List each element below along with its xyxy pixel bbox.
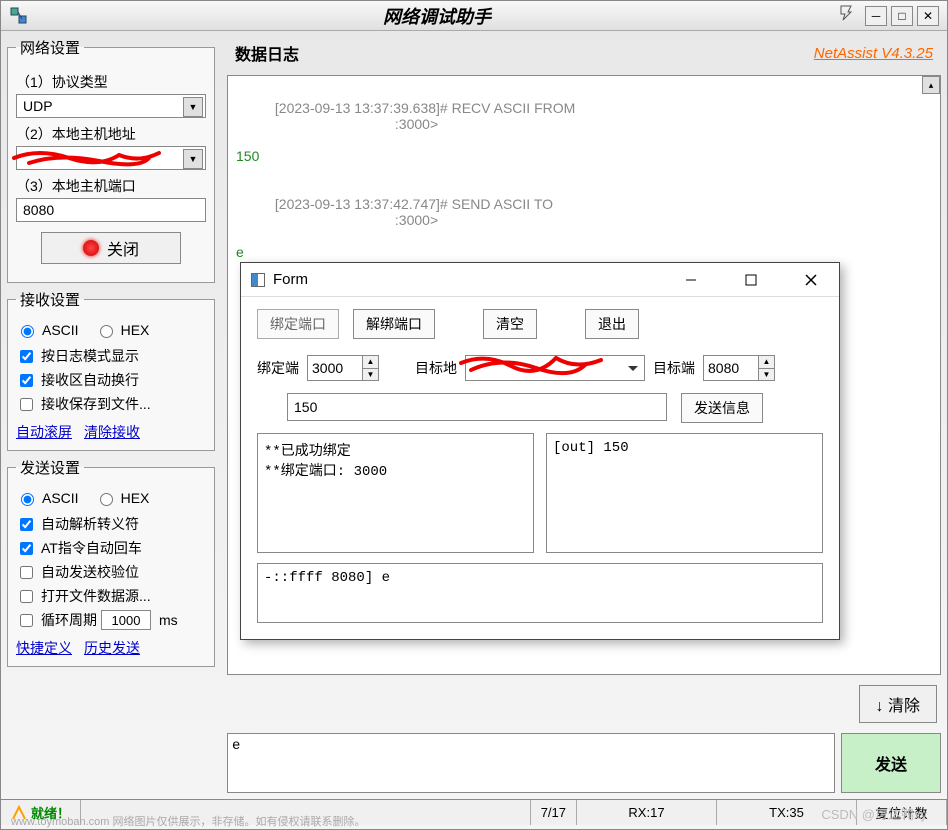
- spin-up-icon[interactable]: ▲: [759, 356, 774, 369]
- bind-log-area[interactable]: **已成功绑定 **绑定端口: 3000: [257, 433, 534, 553]
- at-return-check[interactable]: AT指令自动回车: [16, 538, 206, 558]
- host-port-label: （3）本地主机端口: [16, 176, 206, 196]
- status-dot-icon: [83, 240, 99, 256]
- dialog-maximize-button[interactable]: [733, 266, 769, 294]
- open-file-check[interactable]: 打开文件数据源...: [16, 586, 206, 606]
- exit-button[interactable]: 退出: [585, 309, 639, 339]
- dialog-icon: [251, 273, 265, 287]
- network-settings-legend: 网络设置: [16, 37, 84, 58]
- bind-port-button[interactable]: 绑定端口: [257, 309, 339, 339]
- auto-scroll-link[interactable]: 自动滚屏: [16, 422, 72, 442]
- loop-period-check[interactable]: 循环周期 ms: [16, 610, 206, 630]
- recv-ascii-radio[interactable]: ASCII: [16, 322, 79, 338]
- target-port-spinner[interactable]: ▲▼: [703, 355, 775, 381]
- dialog-close-button[interactable]: [793, 266, 829, 294]
- unbind-port-button[interactable]: 解绑端口: [353, 309, 435, 339]
- spin-up-icon[interactable]: ▲: [363, 356, 378, 369]
- auto-check-check[interactable]: 自动发送校验位: [16, 562, 206, 582]
- maximize-button[interactable]: □: [891, 6, 913, 26]
- history-link[interactable]: 历史发送: [84, 638, 140, 658]
- spin-down-icon[interactable]: ▼: [759, 369, 774, 381]
- status-rx: RX:17: [577, 800, 717, 825]
- bottom-log-area[interactable]: -::ffff 8080] e: [257, 563, 823, 623]
- host-addr-combo[interactable]: [16, 146, 206, 170]
- bind-port-label: 绑定端: [257, 358, 299, 378]
- shortcut-link[interactable]: 快捷定义: [16, 638, 72, 658]
- bind-port-spinner[interactable]: ▲▼: [307, 355, 379, 381]
- recv-settings-group: 接收设置 ASCII HEX 按日志模式显示 接收区自动换行 接收保存到文件..…: [7, 289, 215, 451]
- csdn-watermark: CSDN @可达鸭xy: [821, 804, 927, 823]
- window-title: 网络调试助手: [37, 3, 837, 29]
- send-settings-legend: 发送设置: [16, 457, 84, 478]
- send-textarea[interactable]: e: [227, 733, 835, 793]
- version-link[interactable]: NetAssist V4.3.25: [814, 45, 933, 62]
- target-addr-label: 目标地: [415, 358, 457, 378]
- send-info-button[interactable]: 发送信息: [681, 393, 763, 423]
- clear-send-button[interactable]: ↓ 清除: [859, 685, 937, 723]
- status-progress: 7/17: [531, 800, 577, 825]
- log-title: 数据日志: [235, 41, 299, 65]
- target-addr-combo[interactable]: [465, 355, 645, 381]
- app-icon: [9, 6, 29, 26]
- clear-recv-link[interactable]: 清除接收: [84, 422, 140, 442]
- dialog-titlebar[interactable]: Form: [241, 263, 839, 297]
- send-settings-group: 发送设置 ASCII HEX 自动解析转义符 AT指令自动回车 自动发送校验位 …: [7, 457, 215, 667]
- log-mode-check[interactable]: 按日志模式显示: [16, 346, 206, 366]
- msg-input[interactable]: [287, 393, 667, 421]
- protocol-label: （1）协议类型: [16, 72, 206, 92]
- left-panel: 网络设置 （1）协议类型 UDP （2）本地主机地址 （3）本地主机端口: [1, 31, 221, 799]
- main-titlebar: 网络调试助手 ─ □ ✕: [1, 1, 947, 31]
- recv-hex-radio[interactable]: HEX: [95, 322, 150, 338]
- save-file-check[interactable]: 接收保存到文件...: [16, 394, 206, 414]
- close-connection-button[interactable]: 关闭: [41, 232, 181, 264]
- footer-note: www.toymoban.com 网络图片仅供展示，非存储。如有侵权请联系删除。: [11, 813, 365, 829]
- form-dialog: Form 绑定端口 解绑端口 清空 退出 绑定端 ▲▼ 目标地: [240, 262, 840, 640]
- scrollbar-up-icon[interactable]: ▴: [922, 76, 940, 94]
- clear-button[interactable]: 清空: [483, 309, 537, 339]
- recv-settings-legend: 接收设置: [16, 289, 84, 310]
- protocol-combo[interactable]: UDP: [16, 94, 206, 118]
- spin-down-icon[interactable]: ▼: [363, 369, 378, 381]
- host-addr-label: （2）本地主机地址: [16, 124, 206, 144]
- out-log-area[interactable]: [out] 150: [546, 433, 823, 553]
- target-port-label: 目标端: [653, 358, 695, 378]
- dialog-title: Form: [273, 271, 673, 288]
- auto-escape-check[interactable]: 自动解析转义符: [16, 514, 206, 534]
- send-ascii-radio[interactable]: ASCII: [16, 490, 79, 506]
- pin-icon[interactable]: [837, 4, 855, 27]
- close-button[interactable]: ✕: [917, 6, 939, 26]
- network-settings-group: 网络设置 （1）协议类型 UDP （2）本地主机地址 （3）本地主机端口: [7, 37, 215, 283]
- send-hex-radio[interactable]: HEX: [95, 490, 150, 506]
- auto-wrap-check[interactable]: 接收区自动换行: [16, 370, 206, 390]
- dialog-minimize-button[interactable]: [673, 266, 709, 294]
- host-port-input[interactable]: [16, 198, 206, 222]
- minimize-button[interactable]: ─: [865, 6, 887, 26]
- period-input[interactable]: [101, 610, 151, 630]
- send-button[interactable]: 发送: [841, 733, 941, 793]
